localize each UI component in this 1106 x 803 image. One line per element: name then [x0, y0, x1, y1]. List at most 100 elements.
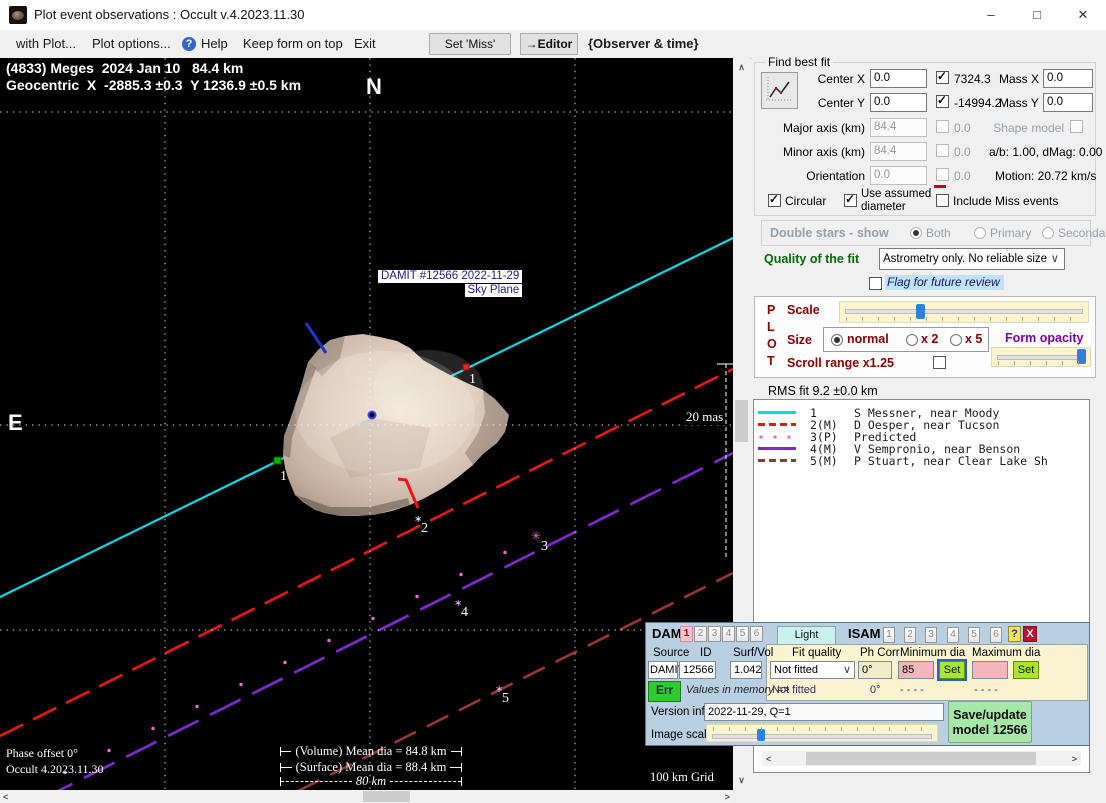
list-scroll-right[interactable]: > — [1072, 754, 1077, 764]
size-label: Size — [787, 333, 812, 347]
both-radio[interactable] — [910, 227, 922, 239]
list-horizontal-scrollbar[interactable]: < > — [762, 751, 1081, 766]
size-x2-label: x 2 — [921, 332, 938, 346]
image-scale-slider[interactable] — [706, 724, 938, 742]
svg-text:∗: ∗ — [414, 514, 422, 525]
isam-model-2[interactable]: 2 — [904, 627, 916, 643]
scale-slider[interactable] — [839, 301, 1089, 323]
min-dia-field[interactable]: 85 — [898, 661, 934, 679]
close-button[interactable]: ✕ — [1060, 0, 1106, 30]
legend-line-4 — [758, 447, 796, 450]
ph-corr-header: Ph Corr — [860, 647, 900, 659]
flag-review-label: Flag for future review — [885, 275, 1004, 290]
err-button[interactable]: Err — [648, 681, 681, 702]
quality-select[interactable]: Astrometry only. No reliable size ∨ — [879, 248, 1065, 270]
horizontal-scroll-thumb[interactable] — [363, 791, 410, 802]
primary-radio[interactable] — [974, 227, 986, 239]
list-scroll-left[interactable]: < — [766, 754, 771, 764]
scroll-down-arrow[interactable]: ∨ — [733, 775, 750, 786]
isam-model-4[interactable]: 4 — [947, 627, 959, 643]
set-min-button[interactable]: Set — [939, 661, 965, 679]
menu-exit[interactable]: Exit — [354, 36, 376, 51]
fit-quality-select[interactable]: Not fitted ∨ — [770, 661, 855, 679]
menu-keep-on-top[interactable]: Keep form on top — [243, 36, 343, 51]
fit-orientation-checkbox[interactable] — [936, 168, 949, 181]
size-normal-radio[interactable] — [831, 334, 843, 346]
isam-model-6[interactable]: 6 — [990, 627, 1002, 643]
set-max-button[interactable]: Set — [1013, 661, 1039, 679]
size-x2-radio[interactable] — [906, 334, 918, 346]
save-update-button[interactable]: Save/update model 12566 — [948, 701, 1032, 743]
max-dia-header: Maximum dia — [972, 647, 1040, 659]
scroll-range-label: Scroll range x1.25 — [787, 356, 894, 370]
legend-line-2 — [758, 423, 796, 426]
set-miss-times-button[interactable]: Set 'Miss' Times — [429, 33, 511, 55]
version-info-field[interactable]: 2022-11-29, Q=1 — [704, 703, 944, 721]
minimize-button[interactable]: – — [968, 0, 1014, 30]
id-header: ID — [700, 647, 712, 659]
damit-model-1[interactable]: 1 — [680, 626, 693, 642]
form-opacity-slider[interactable] — [991, 347, 1091, 367]
isam-model-5[interactable]: 5 — [968, 627, 980, 643]
list-scroll-thumb[interactable] — [806, 752, 1036, 765]
center-x-input[interactable]: 0.0 — [870, 69, 927, 88]
isam-model-3[interactable]: 3 — [925, 627, 937, 643]
mass-y-input[interactable]: 0.0 — [1043, 93, 1093, 112]
damit-model-4[interactable]: 4 — [722, 626, 735, 642]
mass-x-input[interactable]: 0.0 — [1043, 69, 1093, 88]
fit-minor-checkbox[interactable] — [936, 144, 949, 157]
menu-plot-options[interactable]: Plot options... — [92, 36, 171, 51]
help-icon[interactable]: ? — [182, 37, 196, 51]
scroll-right-arrow[interactable]: > — [725, 792, 730, 802]
major-axis-input[interactable]: 84.4 — [870, 118, 927, 137]
form-opacity-label: Form opacity — [1005, 331, 1084, 345]
surfvol-header: Surf/Vol — [733, 647, 773, 659]
model-label: DAMIT #12566 2022-11-29 Sky Plane — [378, 270, 522, 298]
ph-corr-field[interactable]: 0° — [858, 661, 892, 679]
scroll-left-arrow[interactable]: < — [3, 792, 8, 802]
fit-y-value: -14994.2 — [954, 96, 1000, 110]
legend-text-1: 1S Messner, near Moody — [810, 406, 999, 418]
vertical-scroll-thumb[interactable] — [735, 400, 748, 442]
80km-scale-bar: 80 km — [280, 774, 462, 789]
include-miss-checkbox[interactable] — [936, 194, 949, 207]
menu-help[interactable]: Help — [201, 36, 228, 51]
scroll-range-checkbox[interactable] — [933, 356, 946, 369]
damit-model-3[interactable]: 3 — [708, 626, 721, 642]
center-y-input[interactable]: 0.0 — [870, 93, 927, 112]
damit-model-6[interactable]: 6 — [750, 626, 763, 642]
isam-model-1[interactable]: 1 — [883, 627, 895, 643]
model-label-line1: DAMIT #12566 2022-11-29 — [378, 270, 522, 283]
damit-help-button[interactable]: ? — [1008, 626, 1021, 642]
scroll-up-arrow[interactable]: ∧ — [733, 62, 750, 73]
id-field[interactable]: 12566 — [679, 661, 716, 679]
fit-y-checkbox[interactable] — [936, 95, 949, 108]
damit-model-5[interactable]: 5 — [736, 626, 749, 642]
light-curves-button[interactable]: Light curves — [777, 626, 836, 645]
asteroid-shape-model — [283, 334, 509, 516]
secondary-radio[interactable] — [1042, 227, 1054, 239]
size-x5-radio[interactable] — [950, 334, 962, 346]
use-assumed-checkbox[interactable] — [844, 194, 857, 207]
fit-x-checkbox[interactable] — [936, 71, 949, 84]
mass-x-label: Mass X — [999, 72, 1039, 86]
surfvol-field[interactable]: 1.042 — [730, 661, 762, 679]
orientation-input[interactable]: 0.0 — [870, 166, 927, 185]
minor-axis-label: Minor axis (km) — [772, 145, 865, 159]
plot-horizontal-scrollbar[interactable]: < > — [0, 790, 733, 803]
maximize-button[interactable]: □ — [1014, 0, 1060, 30]
max-dia-field[interactable] — [972, 661, 1008, 679]
plot-vertical-letters: P L O T — [767, 302, 777, 370]
damit-panel: DAMIT 1 2 3 4 5 6 Light curves ISAM 1 2 … — [645, 622, 1090, 746]
minor-axis-input[interactable]: 84.4 — [870, 142, 927, 161]
shape-model-checkbox[interactable] — [1070, 120, 1083, 133]
svg-text:1: 1 — [469, 372, 476, 387]
damit-model-2[interactable]: 2 — [694, 626, 707, 642]
editor-button[interactable]: →Editor — [520, 33, 578, 55]
flag-review-checkbox[interactable] — [869, 277, 882, 290]
damit-close-button[interactable]: X — [1023, 626, 1037, 642]
menu-with-plot[interactable]: with Plot... — [16, 36, 76, 51]
fit-major-checkbox[interactable] — [936, 120, 949, 133]
source-field[interactable]: DAMIT — [648, 661, 678, 679]
circular-checkbox[interactable] — [768, 194, 781, 207]
